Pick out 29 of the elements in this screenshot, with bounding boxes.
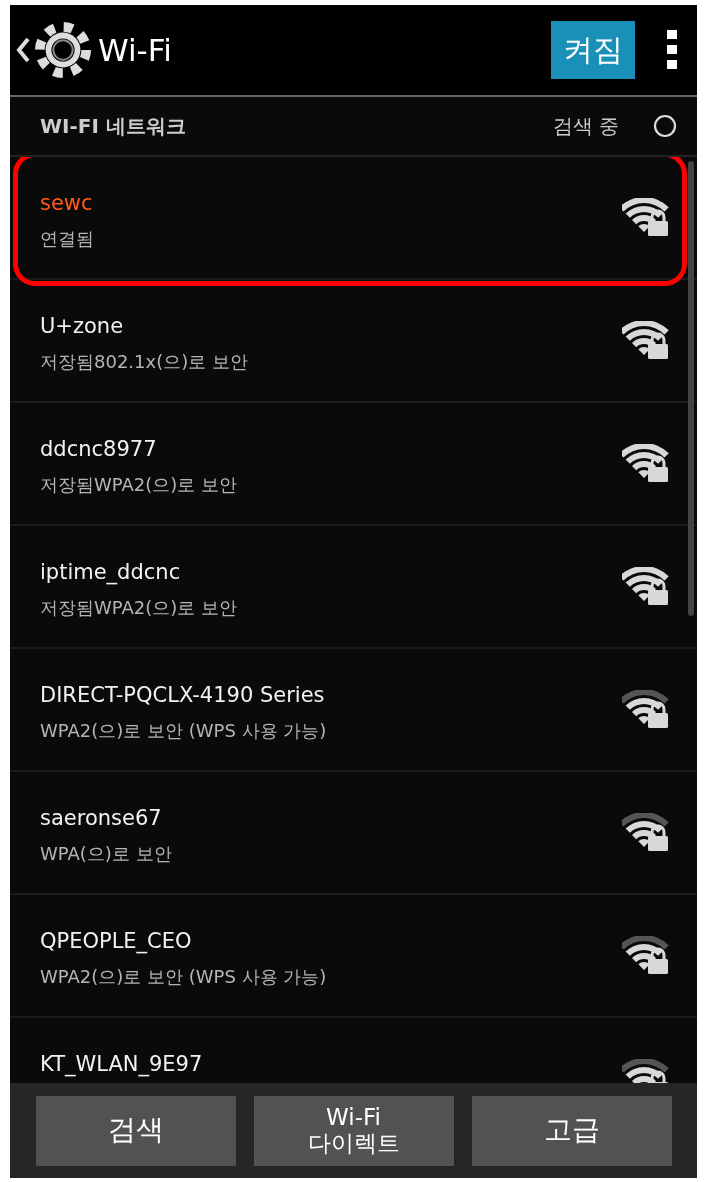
section-title: WI-FI 네트워크: [40, 112, 187, 140]
network-name: sewc: [40, 191, 94, 215]
network-status: WPA(으)로 보안: [40, 842, 173, 866]
action-button[interactable]: Wi-Fi 다이렉트: [253, 1095, 454, 1166]
network-status: 저장됨802.1x(으)로 보안: [40, 350, 249, 374]
network-name: iptime_ddcnc: [40, 560, 182, 584]
network-name: KT_WLAN_9E97: [40, 1052, 204, 1076]
network-status: 저장됨WPA2(으)로 보안: [40, 596, 239, 620]
network-name: ddcnc8977: [40, 437, 158, 461]
network-name: saeronse67: [40, 806, 163, 830]
network-item[interactable]: saeronse67 WPA(으)로 보안: [10, 772, 697, 895]
network-status: WPA2(으)로 보안 (WPS 사용 가능): [40, 719, 328, 743]
network-name: QPEOPLE_CEO: [40, 929, 193, 953]
back-icon[interactable]: [16, 36, 30, 64]
network-status: 연결됨: [40, 227, 95, 251]
network-item[interactable]: DIRECT-PQCLX-4190 Series WPA2(으)로 보안 (WPS 사용 가능): [10, 649, 697, 772]
network-name: U+zone: [40, 314, 125, 338]
action-button[interactable]: 검색: [35, 1095, 236, 1166]
screen-title: Wi-Fi: [98, 32, 173, 68]
more-icon[interactable]: [667, 30, 677, 70]
gear-icon: [34, 21, 92, 79]
network-status: 저장됨WPA2(으)로 보안: [40, 473, 239, 497]
network-item[interactable]: QPEOPLE_CEO WPA2(으)로 보안 (WPS 사용 가능): [10, 895, 697, 1018]
network-name: DIRECT-PQCLX-4190 Series: [40, 683, 326, 707]
spinner-icon: [653, 114, 677, 138]
scan-status: 검색 중: [552, 112, 619, 140]
network-status: WPA2(으)로 보안 (WPS 사용 가능): [40, 965, 328, 989]
wifi-toggle[interactable]: 켜짐: [551, 21, 635, 79]
action-button[interactable]: 고급: [471, 1095, 672, 1166]
